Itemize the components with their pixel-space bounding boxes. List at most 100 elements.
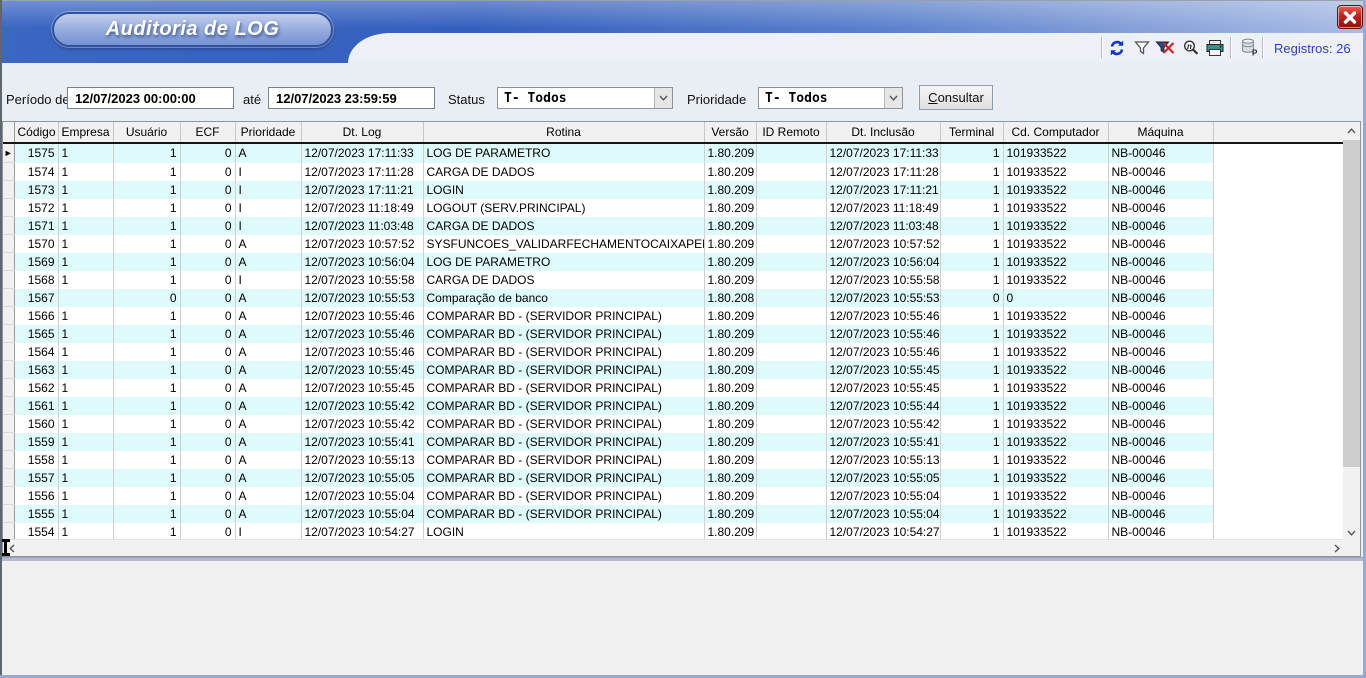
row-selector[interactable]: [3, 217, 14, 235]
close-button[interactable]: [1337, 5, 1363, 29]
table-cell: 12/07/2023 10:55:41: [301, 433, 423, 451]
table-row[interactable]: 1566110A12/07/2023 10:55:46COMPARAR BD -…: [3, 307, 1345, 325]
row-selector[interactable]: [3, 451, 14, 469]
row-selector[interactable]: [3, 415, 14, 433]
column-header-1[interactable]: Código: [14, 122, 58, 143]
print-button[interactable]: [1203, 37, 1227, 59]
table-row[interactable]: 156700A12/07/2023 10:55:53Comparação de …: [3, 289, 1345, 307]
table-row[interactable]: 1555110A12/07/2023 10:55:04COMPARAR BD -…: [3, 505, 1345, 523]
table-cell: I: [235, 181, 301, 199]
column-header-10[interactable]: Dt. Inclusão: [826, 122, 940, 143]
table-row[interactable]: ►1575110A12/07/2023 17:11:33LOG DE PARAM…: [3, 143, 1345, 163]
row-selector[interactable]: [3, 307, 14, 325]
row-selector[interactable]: [3, 271, 14, 289]
filter-button[interactable]: [1130, 37, 1154, 59]
table-cell: 1561: [14, 397, 58, 415]
scroll-up-button[interactable]: [1343, 122, 1360, 139]
status-value: T- Todos: [498, 91, 654, 106]
table-row[interactable]: 1556110A12/07/2023 10:55:04COMPARAR BD -…: [3, 487, 1345, 505]
table-row[interactable]: 1557110A12/07/2023 10:55:05COMPARAR BD -…: [3, 469, 1345, 487]
row-selector[interactable]: [3, 469, 14, 487]
column-header-filler: [1213, 122, 1345, 143]
period-from-input[interactable]: 12/07/2023 00:00:00: [67, 87, 234, 109]
row-selector[interactable]: [3, 505, 14, 523]
table-cell-filler: [1213, 163, 1345, 181]
row-selector[interactable]: [3, 487, 14, 505]
table-cell: 12/07/2023 10:56:04: [301, 253, 423, 271]
table-row[interactable]: 1571110I12/07/2023 11:03:48CARGA DE DADO…: [3, 217, 1345, 235]
period-to-input[interactable]: 12/07/2023 23:59:59: [268, 87, 435, 109]
table-cell: 1: [58, 181, 113, 199]
table-cell: NB-00046: [1108, 163, 1213, 181]
column-header-8[interactable]: Versão: [704, 122, 756, 143]
table-row[interactable]: 1570110A12/07/2023 10:57:52SYSFUNCOES_VA…: [3, 235, 1345, 253]
table-cell: I: [235, 271, 301, 289]
consult-button[interactable]: Consultar: [919, 85, 993, 110]
status-dropdown-button[interactable]: [654, 88, 672, 108]
table-cell: 1557: [14, 469, 58, 487]
table-row[interactable]: 1565110A12/07/2023 10:55:46COMPARAR BD -…: [3, 325, 1345, 343]
row-selector[interactable]: ►: [3, 143, 14, 163]
row-selector[interactable]: [3, 325, 14, 343]
row-selector[interactable]: [3, 397, 14, 415]
column-header-5[interactable]: Prioridade: [235, 122, 301, 143]
table-row[interactable]: 1554110I12/07/2023 10:54:27LOGIN1.80.209…: [3, 523, 1345, 541]
row-selector[interactable]: [3, 235, 14, 253]
table-cell: 12/07/2023 10:55:53: [826, 289, 940, 307]
priority-dropdown-button[interactable]: [884, 88, 902, 108]
table-cell: 0: [180, 397, 235, 415]
column-header-4[interactable]: ECF: [180, 122, 235, 143]
toolbar-separator: [1101, 37, 1102, 58]
column-header-2[interactable]: Empresa: [58, 122, 113, 143]
column-header-9[interactable]: ID Remoto: [756, 122, 826, 143]
table-row[interactable]: 1559110A12/07/2023 10:55:41COMPARAR BD -…: [3, 433, 1345, 451]
table-cell: 1.80.209: [704, 379, 756, 397]
table-row[interactable]: 1569110A12/07/2023 10:56:04LOG DE PARAME…: [3, 253, 1345, 271]
row-selector[interactable]: [3, 433, 14, 451]
table-cell: 1: [940, 487, 1003, 505]
search-button[interactable]: n: [1179, 37, 1203, 59]
table-row[interactable]: 1564110A12/07/2023 10:55:46COMPARAR BD -…: [3, 343, 1345, 361]
table-cell: NB-00046: [1108, 379, 1213, 397]
table-cell-filler: [1213, 325, 1345, 343]
table-row[interactable]: 1574110I12/07/2023 17:11:28CARGA DE DADO…: [3, 163, 1345, 181]
row-selector[interactable]: [3, 163, 14, 181]
column-header-13[interactable]: Máquina: [1108, 122, 1213, 143]
row-selector[interactable]: [3, 361, 14, 379]
table-row[interactable]: 1572110I12/07/2023 11:18:49LOGOUT (SERV.…: [3, 199, 1345, 217]
column-header-12[interactable]: Cd. Computador: [1003, 122, 1108, 143]
table-cell: 1.80.209: [704, 433, 756, 451]
row-selector[interactable]: [3, 379, 14, 397]
table-row[interactable]: 1568110I12/07/2023 10:55:58CARGA DE DADO…: [3, 271, 1345, 289]
table-cell: 12/07/2023 10:55:46: [301, 343, 423, 361]
vertical-scrollbar-thumb[interactable]: [1343, 140, 1360, 467]
column-header-3[interactable]: Usuário: [113, 122, 180, 143]
clear-filter-button[interactable]: [1153, 37, 1177, 59]
table-row[interactable]: 1560110A12/07/2023 10:55:42COMPARAR BD -…: [3, 415, 1345, 433]
column-header-6[interactable]: Dt. Log: [301, 122, 423, 143]
table-row[interactable]: 1563110A12/07/2023 10:55:45COMPARAR BD -…: [3, 361, 1345, 379]
table-cell: 0: [180, 451, 235, 469]
table-cell: 0: [180, 143, 235, 163]
table-cell: 1.80.209: [704, 217, 756, 235]
status-select[interactable]: T- Todos: [497, 87, 673, 109]
horizontal-scrollbar[interactable]: [3, 539, 1345, 556]
table-row[interactable]: 1561110A12/07/2023 10:55:42COMPARAR BD -…: [3, 397, 1345, 415]
row-selector[interactable]: [3, 343, 14, 361]
vertical-scrollbar[interactable]: [1343, 122, 1360, 541]
row-selector[interactable]: [3, 181, 14, 199]
row-selector[interactable]: [3, 289, 14, 307]
column-header-7[interactable]: Rotina: [423, 122, 704, 143]
table-cell: 1: [58, 325, 113, 343]
column-header-11[interactable]: Terminal: [940, 122, 1003, 143]
table-row[interactable]: 1558110A12/07/2023 10:55:13COMPARAR BD -…: [3, 451, 1345, 469]
priority-select[interactable]: T- Todos: [758, 87, 903, 109]
table-cell: 1.80.209: [704, 469, 756, 487]
row-selector[interactable]: [3, 199, 14, 217]
table-row[interactable]: 1573110I12/07/2023 17:11:21LOGIN1.80.209…: [3, 181, 1345, 199]
row-selector[interactable]: [3, 253, 14, 271]
database-button[interactable]: P: [1236, 36, 1260, 58]
table-row[interactable]: 1562110A12/07/2023 10:55:45COMPARAR BD -…: [3, 379, 1345, 397]
row-selector[interactable]: [3, 523, 14, 541]
refresh-button[interactable]: [1105, 37, 1129, 59]
